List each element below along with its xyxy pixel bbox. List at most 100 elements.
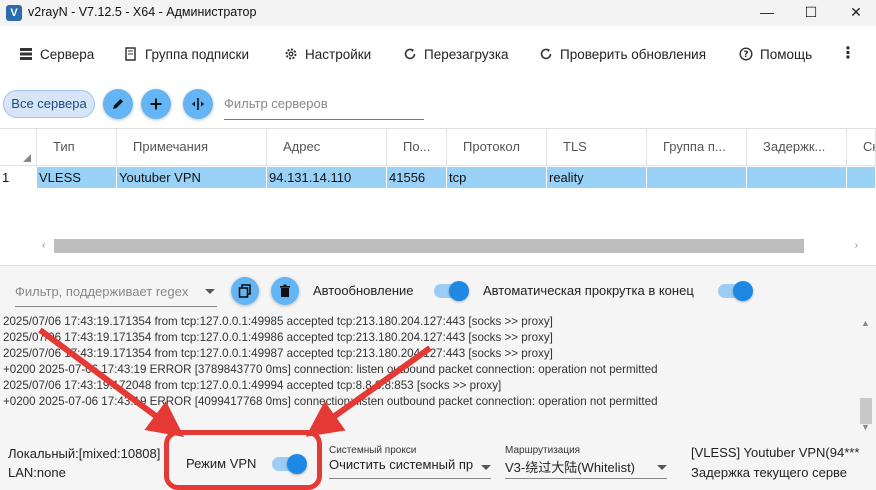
speed-test-icon (192, 98, 204, 110)
copy-log-button[interactable] (231, 277, 259, 305)
clear-log-button[interactable] (271, 277, 299, 305)
reload-icon (404, 48, 416, 60)
grid-horizontal-scrollbar[interactable]: ‹ › (40, 238, 860, 254)
menu-subscription-group[interactable]: Группа подписки (124, 45, 249, 63)
auto-scroll-label: Автоматическая прокрутка в конец (483, 283, 694, 298)
routing-select[interactable]: V3-绕过大陆(Whitelist) (505, 457, 667, 479)
cell-address[interactable]: 94.131.14.110 (267, 167, 387, 188)
scroll-down-icon[interactable]: ▼ (861, 422, 870, 432)
column-header-type[interactable]: Тип (37, 129, 117, 166)
svg-text:?: ? (743, 50, 748, 60)
scroll-up-icon[interactable]: ▲ (861, 318, 870, 328)
column-header-group[interactable]: Группа п... (647, 129, 747, 166)
toggle-knob (733, 281, 753, 301)
menu-check-updates[interactable]: Проверить обновления (539, 45, 706, 63)
menu-help-label: Помощь (760, 46, 813, 62)
server-filter-input[interactable]: Фильтр серверов (224, 92, 424, 120)
log-line: +0200 2025-07-06 17:43:19 ERROR [4099417… (3, 395, 658, 408)
auto-refresh-label: Автообновление (313, 283, 414, 298)
all-servers-chip[interactable]: Все сервера (3, 90, 95, 118)
annotation-highlight-box (164, 430, 322, 490)
cell-protocol[interactable]: tcp (447, 167, 547, 188)
grid-corner[interactable] (0, 129, 37, 166)
menu-servers-label: Сервера (40, 46, 95, 62)
cell-group[interactable] (647, 167, 747, 188)
app-logo-icon: V (6, 5, 22, 21)
pencil-icon (113, 99, 123, 109)
servers-icon (20, 48, 32, 60)
scrollbar-thumb[interactable] (54, 239, 804, 253)
menu-reload-label: Перезагрузка (424, 46, 509, 62)
system-proxy-value: Очистить системный пр (329, 457, 474, 472)
column-header-speed[interactable]: Ск (847, 129, 876, 166)
title-bar: V v2rayN - V7.12.5 - X64 - Администратор… (0, 0, 876, 26)
menu-settings-label: Настройки (305, 46, 372, 62)
log-line: 2025/07/06 17:43:19.172048 from tcp:127.… (3, 379, 502, 392)
system-proxy-caption: Системный прокси (329, 445, 417, 456)
log-filter-placeholder: Фильтр, поддерживает regex (15, 284, 189, 299)
log-filter-input[interactable]: Фильтр, поддерживает regex (15, 281, 217, 307)
gear-icon (285, 48, 297, 60)
menu-reload[interactable]: Перезагрузка (403, 45, 509, 63)
log-line: 2025/07/06 17:43:19.171354 from tcp:127.… (3, 315, 553, 328)
log-line-partial (3, 306, 853, 314)
window-title: v2rayN - V7.12.5 - X64 - Администратор (28, 5, 257, 19)
cell-tls[interactable]: reality (547, 167, 647, 188)
close-button[interactable]: ✕ (836, 0, 876, 26)
scroll-right-icon[interactable]: › (855, 238, 858, 254)
column-header-address[interactable]: Адрес (267, 129, 387, 166)
scroll-left-icon[interactable]: ‹ (42, 238, 45, 254)
menu-servers[interactable]: Сервера (19, 45, 94, 63)
column-header-tls[interactable]: TLS (547, 129, 647, 166)
auto-refresh-toggle[interactable] (434, 281, 469, 301)
chevron-down-icon (657, 465, 667, 470)
system-proxy-select[interactable]: Очистить системный пр (329, 457, 491, 479)
add-server-button[interactable] (141, 89, 171, 119)
subscription-icon (125, 47, 136, 61)
row-index: 1 (0, 167, 37, 188)
menu-settings[interactable]: Настройки (284, 45, 371, 63)
status-bar: Локальный:[mixed:10808] LAN:none Режим V… (0, 437, 876, 490)
more-menu-icon[interactable]: ⋮ (840, 43, 856, 63)
cell-port[interactable]: 41556 (387, 167, 447, 188)
column-header-remarks[interactable]: Примечания (117, 129, 267, 166)
scrollbar-thumb[interactable] (860, 398, 872, 424)
chevron-down-icon (481, 465, 491, 470)
cell-speed[interactable] (847, 167, 876, 188)
sort-corner-icon (23, 154, 31, 162)
menu-help[interactable]: ? Помощь (739, 45, 812, 63)
cell-delay[interactable] (747, 167, 847, 188)
log-line: +0200 2025-07-06 17:43:19 ERROR [3789843… (3, 363, 658, 376)
current-delay-status: Задержка текущего серве (691, 465, 848, 480)
speed-test-button[interactable] (183, 89, 213, 119)
cell-remarks[interactable]: Youtuber VPN (117, 167, 267, 188)
log-vertical-scrollbar[interactable]: ▲ ▼ (858, 310, 874, 436)
log-line: 2025/07/06 17:43:19.171354 from tcp:127.… (3, 331, 553, 344)
help-icon: ? (739, 47, 753, 61)
current-server-status: [VLESS] Youtuber VPN(94*** (691, 445, 860, 460)
menu-bar: Сервера Группа подписки Настройки Переза… (0, 26, 876, 82)
column-header-delay[interactable]: Задержк... (747, 129, 847, 166)
column-header-port[interactable]: По... (387, 129, 447, 166)
menu-check-updates-label: Проверить обновления (560, 46, 707, 62)
cell-type[interactable]: VLESS (37, 167, 117, 188)
edit-server-button[interactable] (103, 89, 133, 119)
minimize-button[interactable]: — (747, 0, 787, 26)
grid-header: Тип Примечания Адрес По... Протокол TLS … (0, 129, 876, 166)
log-output[interactable]: 2025/07/06 17:43:19.171354 from tcp:127.… (3, 306, 853, 426)
log-line: 2025/07/06 17:43:19.171354 from tcp:127.… (3, 347, 553, 360)
update-icon (540, 48, 552, 60)
lan-status: LAN:none (8, 465, 66, 480)
maximize-button[interactable]: ☐ (791, 0, 831, 26)
plus-icon (150, 98, 162, 110)
trash-icon (280, 284, 290, 297)
menu-subscription-label: Группа подписки (145, 46, 249, 62)
toggle-knob (449, 281, 469, 301)
column-header-protocol[interactable]: Протокол (447, 129, 547, 166)
auto-scroll-toggle[interactable] (718, 281, 753, 301)
routing-value: V3-绕过大陆(Whitelist) (505, 460, 636, 475)
routing-caption: Маршрутизация (505, 445, 581, 456)
chevron-down-icon (205, 289, 215, 294)
table-row[interactable]: 1 VLESS Youtuber VPN 94.131.14.110 41556… (0, 167, 876, 188)
copy-icon (238, 284, 251, 298)
